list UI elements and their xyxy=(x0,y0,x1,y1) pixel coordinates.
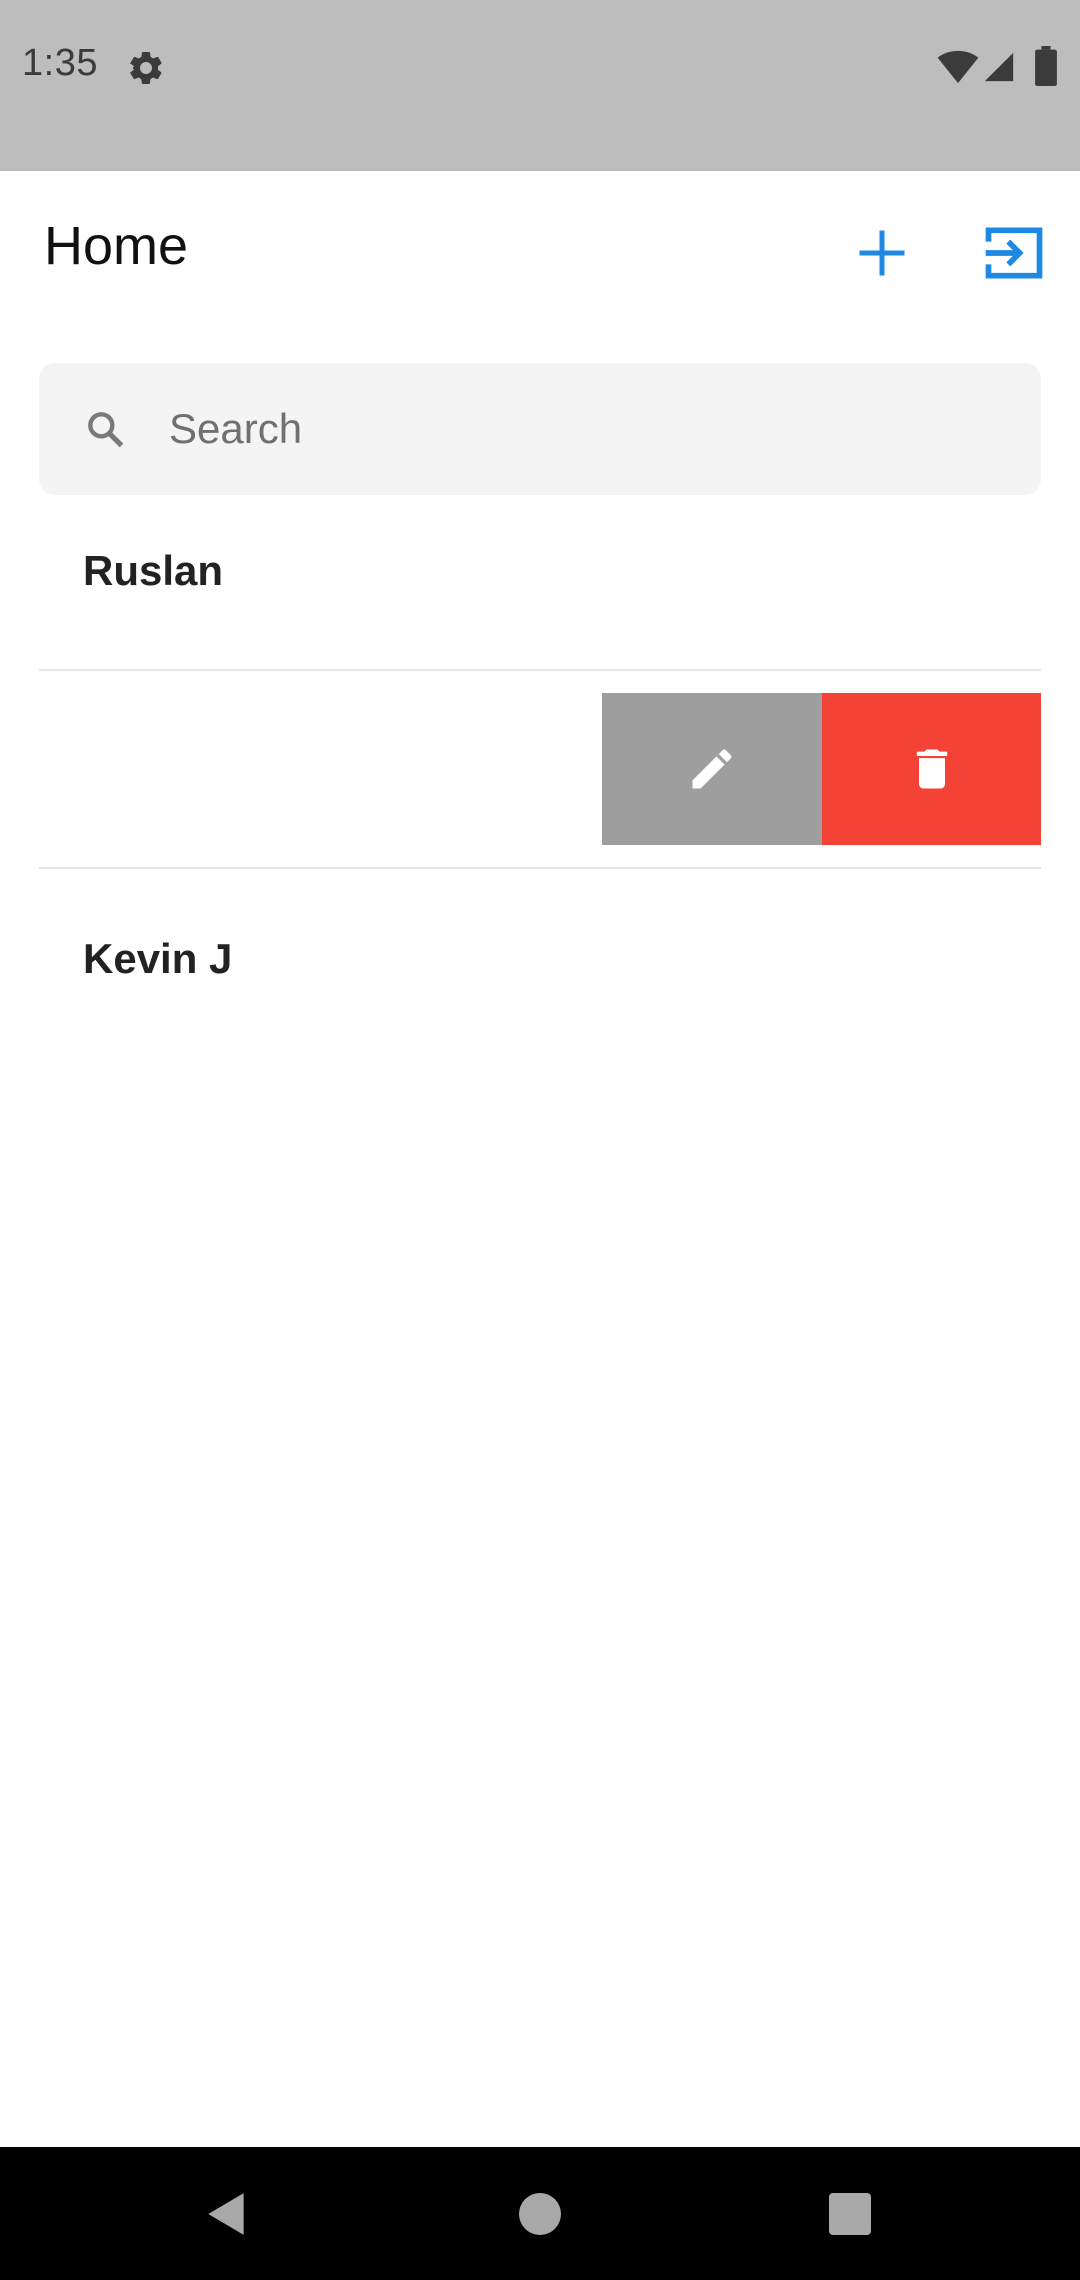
signal-icon xyxy=(984,52,1014,82)
system-nav-bar xyxy=(0,2147,1080,2280)
swiped-list-item[interactable] xyxy=(39,671,1041,869)
item-name: Kevin J xyxy=(83,935,233,982)
list-item[interactable]: Kevin J xyxy=(39,869,1041,1039)
search-icon xyxy=(88,412,124,448)
plus-icon[interactable] xyxy=(852,223,912,283)
battery-icon xyxy=(1035,46,1057,86)
home-icon[interactable] xyxy=(519,2193,561,2235)
delete-button[interactable] xyxy=(822,693,1041,845)
back-icon[interactable] xyxy=(202,2189,252,2239)
item-name: Ruslan xyxy=(83,547,224,594)
gear-icon xyxy=(129,51,162,84)
trash-icon xyxy=(916,749,948,789)
search-bar[interactable] xyxy=(39,363,1041,495)
exit-icon[interactable] xyxy=(980,219,1048,287)
edit-button[interactable] xyxy=(602,693,822,845)
status-time: 1:35 xyxy=(22,42,98,84)
page-title: Home xyxy=(44,216,189,276)
app-header: Home xyxy=(0,171,1080,331)
search-input[interactable] xyxy=(169,389,1009,469)
pencil-icon xyxy=(692,749,732,789)
wifi-icon xyxy=(937,50,979,84)
list-item[interactable]: Ruslan xyxy=(39,495,1041,671)
screen: 1:35 Home Search Ruslan Kevin J xyxy=(0,0,1080,2280)
recents-icon[interactable] xyxy=(829,2193,871,2235)
status-bar: 1:35 xyxy=(0,0,1080,171)
